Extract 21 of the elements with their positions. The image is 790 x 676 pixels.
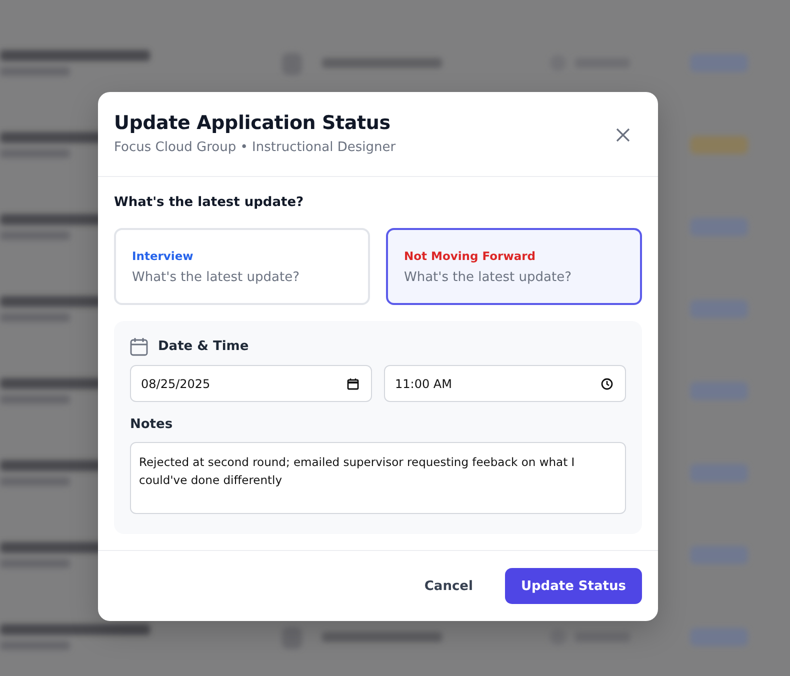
status-label: Interview — [132, 248, 194, 262]
notes-field[interactable]: Rejected at second round; emailed supervisor requesting feeback on what I could've done differently — [130, 442, 626, 514]
close-button[interactable] — [614, 126, 632, 144]
cancel-button[interactable]: Cancel — [408, 568, 489, 604]
time-field[interactable]: 11:00 AM — [384, 365, 626, 402]
status-option[interactable]: Not Moving Forward What's the latest update? — [386, 228, 642, 305]
status-placeholder: What's the latest update? — [404, 270, 572, 284]
dialog-title: Update Application Status — [114, 112, 392, 134]
status-option[interactable]: Interview What's the latest update? — [114, 228, 370, 305]
update-status-button[interactable]: Update Status — [504, 568, 642, 604]
notes-label: Notes — [130, 417, 174, 432]
dialog-subtitle: Focus Cloud Group • Instructional Designer — [114, 140, 396, 155]
date-field[interactable]: 08/25/2025 — [130, 365, 372, 402]
clock-icon — [601, 378, 613, 390]
close-icon — [616, 128, 630, 142]
status-placeholder: What's the latest update? — [132, 270, 300, 284]
calendar-icon — [347, 378, 359, 390]
calendar-icon — [130, 337, 148, 356]
date-time-heading: Date & Time — [158, 339, 249, 354]
question-label: What's the latest update? — [114, 195, 305, 210]
status-label: Not Moving Forward — [404, 248, 536, 262]
